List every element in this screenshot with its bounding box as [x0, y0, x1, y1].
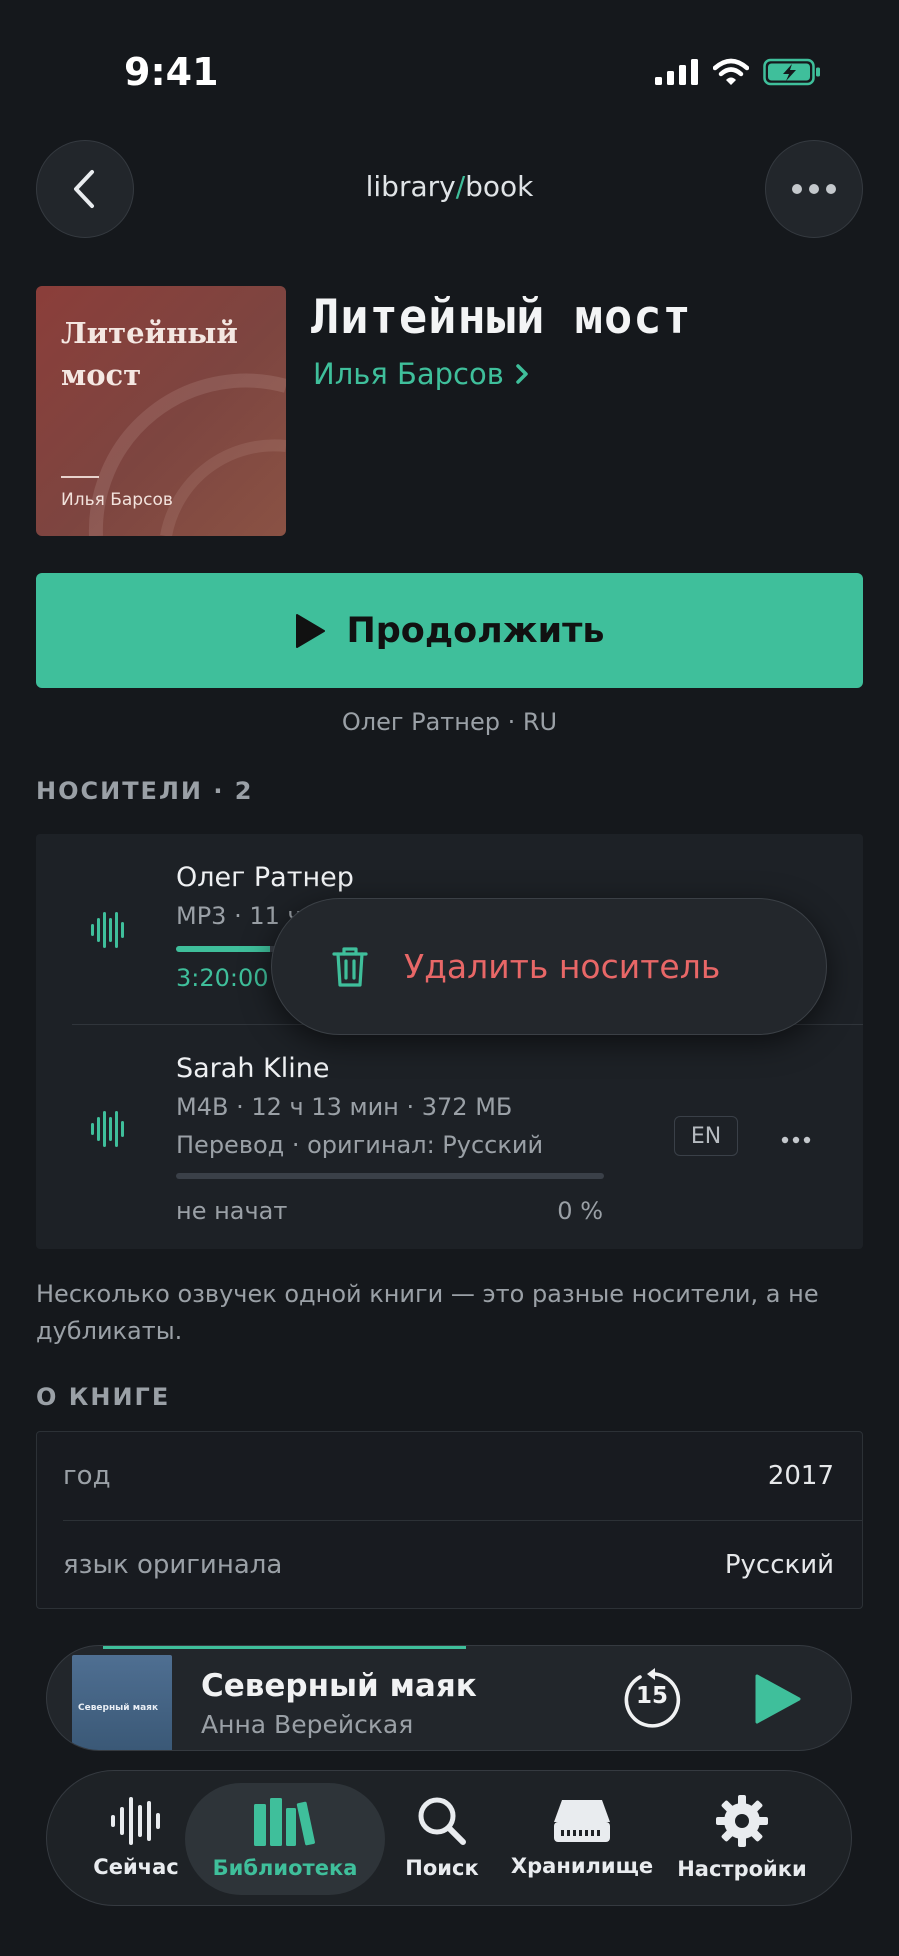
mini-player-title: Северный маяк	[201, 1668, 477, 1704]
about-table: год 2017 язык оригинала Русский	[36, 1431, 863, 1609]
about-key: год	[63, 1461, 111, 1491]
continue-button[interactable]: Продолжить	[36, 573, 863, 688]
media-hint: Несколько озвучек одной книги — это разн…	[36, 1280, 819, 1345]
cover-divider	[61, 476, 99, 478]
play-icon[interactable]	[753, 1672, 803, 1726]
storage-icon	[554, 1800, 610, 1842]
rewind-seconds: 15	[635, 1683, 668, 1709]
tab-label: Поиск	[405, 1856, 479, 1880]
status-icons	[655, 58, 821, 86]
media-narrator: Sarah Kline	[176, 1053, 330, 1084]
battery-charging-icon	[763, 58, 820, 86]
mini-player-progress	[103, 1646, 466, 1649]
ellipsis-icon	[792, 184, 836, 194]
mini-player-cover: Северный маяк	[72, 1655, 172, 1750]
about-value: 2017	[767, 1461, 834, 1491]
media-progress-fill	[176, 946, 271, 952]
gear-icon	[716, 1795, 768, 1847]
continue-label: Продолжить	[346, 610, 605, 651]
continue-subtitle: Олег Ратнер · RU	[341, 708, 558, 736]
tab-library[interactable]: Библиотека	[185, 1783, 385, 1895]
cover-title: Литейный мост	[61, 316, 238, 392]
media-progress-bar	[176, 1173, 604, 1179]
media-list: Олег Ратнер MP3 · 11 ч 3:20:00 Sarah Kli…	[36, 834, 863, 1249]
language-badge: EN	[674, 1116, 738, 1156]
book-title: Литейный мост	[311, 290, 692, 345]
media-item-2[interactable]: Sarah Kline M4B · 12 ч 13 мин · 372 МБ П…	[36, 1025, 863, 1249]
tab-label: Библиотека	[212, 1856, 358, 1880]
chevron-right-icon	[516, 364, 528, 384]
media-status: не начат	[176, 1197, 288, 1225]
media-section-title: НОСИТЕЛИ · 2	[36, 777, 254, 805]
book-author-name: Илья Барсов	[313, 357, 504, 391]
tab-search[interactable]: Поиск	[387, 1771, 497, 1905]
media-position: 3:20:00	[176, 964, 269, 992]
delete-media-menu-item[interactable]: Удалить носитель	[271, 898, 827, 1035]
mini-cover-title: Северный маяк	[78, 1703, 159, 1713]
media-more-button[interactable]	[781, 1130, 811, 1144]
book-cover: Литейный мост Илья Барсов	[36, 286, 286, 536]
signal-icon	[655, 59, 698, 85]
media-narrator: Олег Ратнер	[176, 862, 354, 893]
breadcrumb-parent[interactable]: library	[366, 170, 456, 203]
waveform-icon	[91, 1111, 124, 1147]
play-icon	[296, 613, 326, 648]
tab-now[interactable]: Сейчас	[81, 1771, 191, 1905]
breadcrumb-current: book	[465, 170, 534, 203]
waveform-icon	[111, 1797, 160, 1845]
about-row-language: язык оригинала Русский	[37, 1521, 862, 1609]
wifi-icon	[713, 58, 749, 85]
tab-bar: Сейчас Библиотека Поиск Хранилище Настро…	[46, 1770, 852, 1906]
media-percent: 0 %	[557, 1197, 603, 1225]
waveform-icon	[91, 912, 124, 948]
search-icon	[418, 1797, 466, 1845]
books-icon	[254, 1798, 315, 1846]
tab-label: Настройки	[677, 1857, 807, 1881]
tab-label: Хранилище	[510, 1854, 654, 1878]
book-author-link[interactable]: Илья Барсов	[313, 357, 530, 391]
status-time: 9:41	[124, 50, 219, 94]
media-note: Перевод · оригинал: Русский	[176, 1131, 544, 1159]
more-options-button[interactable]	[765, 140, 863, 238]
rewind-15-button[interactable]: 15	[622, 1668, 682, 1730]
about-section-title: О КНИГЕ	[36, 1383, 171, 1411]
cover-author: Илья Барсов	[61, 490, 173, 510]
trash-icon	[332, 946, 368, 987]
about-key: язык оригинала	[63, 1550, 283, 1580]
delete-media-label: Удалить носитель	[404, 947, 721, 986]
ellipsis-icon	[781, 1136, 811, 1144]
breadcrumb-separator: /	[455, 170, 466, 203]
mini-player-artist: Анна Верейская	[201, 1710, 414, 1739]
tab-settings[interactable]: Настройки	[672, 1771, 812, 1905]
mini-player[interactable]: Северный маяк Северный маяк Анна Верейск…	[46, 1645, 852, 1751]
about-row-year: год 2017	[37, 1432, 862, 1520]
tab-label: Сейчас	[93, 1855, 179, 1879]
tab-storage[interactable]: Хранилище	[510, 1771, 654, 1905]
about-value: Русский	[724, 1550, 834, 1580]
media-meta: M4B · 12 ч 13 мин · 372 МБ	[176, 1093, 513, 1121]
